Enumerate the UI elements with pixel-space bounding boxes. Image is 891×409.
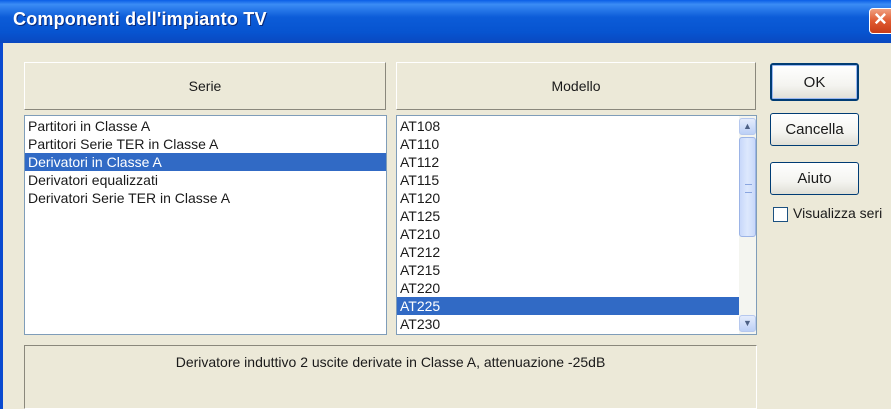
modello-list-item[interactable]: AT212 — [397, 243, 756, 261]
modello-listbox[interactable]: AT108 AT110 AT112 AT115 AT120 AT125 AT21… — [396, 115, 757, 335]
description-panel: Derivatore induttivo 2 uscite derivate i… — [24, 345, 757, 409]
modello-list-item[interactable]: AT110 — [397, 135, 756, 153]
modello-list-item[interactable]: AT230 — [397, 315, 756, 333]
cancella-button[interactable]: Cancella — [770, 113, 859, 146]
ok-button-label: OK — [803, 73, 826, 91]
scroll-up-button[interactable]: ▲ — [739, 118, 756, 135]
ok-button[interactable]: OK — [770, 63, 859, 101]
modello-list-item[interactable]: AT125 — [397, 207, 756, 225]
serie-list-item[interactable]: Partitori Serie TER in Classe A — [25, 135, 386, 153]
window-title: Componenti dell'impianto TV — [13, 9, 267, 29]
serie-list-item-selected[interactable]: Derivatori in Classe A — [25, 153, 386, 171]
serie-header-label: Serie — [188, 78, 222, 94]
modello-list-item[interactable]: AT120 — [397, 189, 756, 207]
serie-list-item[interactable]: Partitori in Classe A — [25, 117, 386, 135]
cancella-button-label: Cancella — [785, 121, 844, 138]
window-frame-left — [0, 43, 3, 409]
modello-list-item[interactable]: AT210 — [397, 225, 756, 243]
modello-list-item-selected[interactable]: AT225 — [397, 297, 739, 315]
description-text: Derivatore induttivo 2 uscite derivate i… — [175, 354, 606, 370]
modello-list-item[interactable]: AT108 — [397, 117, 756, 135]
close-button[interactable]: × — [869, 6, 891, 34]
close-icon: × — [874, 6, 887, 31]
modello-list-item[interactable]: AT215 — [397, 261, 756, 279]
aiuto-button-label: Aiuto — [797, 170, 832, 187]
modello-list-item[interactable]: AT220 — [397, 279, 756, 297]
serie-listbox[interactable]: Partitori in Classe A Partitori Serie TE… — [24, 115, 387, 335]
modello-list-item[interactable]: AT115 — [397, 171, 756, 189]
serie-list-item[interactable]: Derivatori Serie TER in Classe A — [25, 189, 386, 207]
scroll-grip — [745, 184, 752, 193]
visualizza-serie-label[interactable]: Visualizza seri — [793, 205, 882, 221]
aiuto-button[interactable]: Aiuto — [770, 162, 859, 195]
scroll-thumb[interactable] — [739, 137, 756, 237]
title-bar[interactable]: Componenti dell'impianto TV × — [0, 0, 891, 43]
modello-column-header[interactable]: Modello — [396, 62, 756, 110]
modello-scrollbar[interactable]: ▲ ▼ — [739, 116, 756, 334]
serie-column-header[interactable]: Serie — [24, 62, 386, 110]
chevron-down-icon: ▼ — [743, 318, 752, 328]
serie-list-item[interactable]: Derivatori equalizzati — [25, 171, 386, 189]
scroll-down-button[interactable]: ▼ — [739, 315, 756, 332]
modello-list-item[interactable]: AT112 — [397, 153, 756, 171]
visualizza-serie-checkbox[interactable] — [773, 207, 788, 222]
modello-header-label: Modello — [551, 78, 601, 94]
chevron-up-icon: ▲ — [743, 121, 752, 131]
